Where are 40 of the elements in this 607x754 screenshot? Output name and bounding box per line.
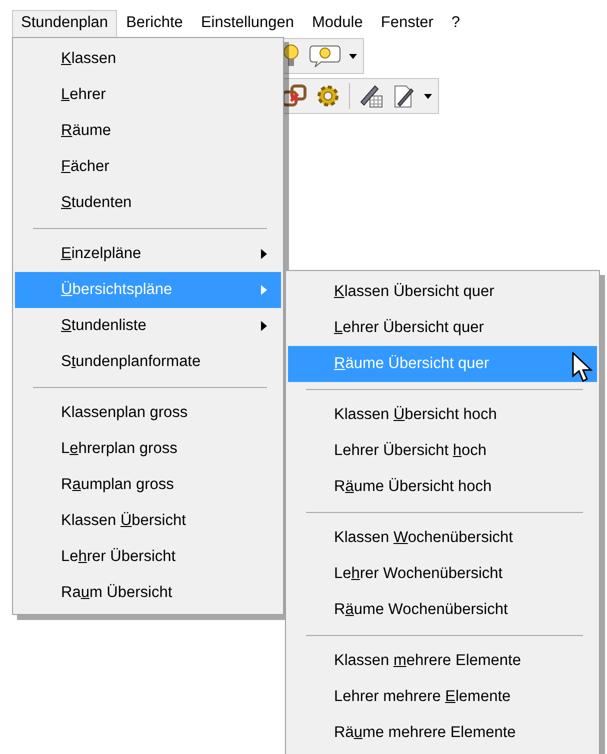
menu-bar-item[interactable]: Stundenplan — [12, 10, 118, 36]
menu-item[interactable]: Lehrer — [15, 77, 281, 113]
menu-item[interactable]: Lehrerplan gross — [15, 431, 281, 467]
menu-item[interactable]: Stundenplanformate — [15, 344, 281, 380]
menu-item[interactable]: Fächer — [15, 149, 281, 185]
menu-bar-item[interactable]: Einstellungen — [192, 10, 304, 36]
menu-item[interactable]: Lehrer Übersicht hoch — [288, 433, 597, 469]
menu-item[interactable]: Raumplan gross — [15, 467, 281, 503]
broken-link-icon[interactable] — [281, 83, 307, 109]
menu-bar-item[interactable]: ? — [442, 10, 470, 36]
menu-item[interactable]: Lehrer Übersicht — [15, 539, 281, 575]
document-pen-icon[interactable] — [392, 83, 416, 109]
menu-item[interactable]: Räume Wochenübersicht — [288, 592, 597, 628]
menu-item[interactable]: Räume — [15, 113, 281, 149]
menu-bar-item[interactable]: Fenster — [372, 10, 442, 36]
menu-item[interactable]: Räume Übersicht hoch — [288, 469, 597, 505]
gear-icon[interactable] — [315, 83, 341, 109]
dropdown-caret-icon[interactable] — [349, 54, 357, 58]
menu-bar-item[interactable]: Module — [303, 10, 372, 36]
menu-item[interactable]: Klassenplan gross — [15, 395, 281, 431]
menu-item[interactable]: Räume mehrere Elemente — [288, 715, 597, 751]
speech-bubble-bulb-icon[interactable] — [309, 43, 341, 69]
pen-calendar-icon[interactable] — [358, 83, 384, 109]
menu-item[interactable]: Klassen Übersicht — [15, 503, 281, 539]
menu-item[interactable]: Klassen Wochenübersicht — [288, 520, 597, 556]
menu-item[interactable]: Klassen Übersicht hoch — [288, 397, 597, 433]
menu-item[interactable]: Lehrer Wochenübersicht — [288, 556, 597, 592]
menu-item[interactable]: Lehrer mehrere Elemente — [288, 679, 597, 715]
menu-item[interactable]: Raum Übersicht — [15, 575, 281, 611]
menu-bar-item[interactable]: Berichte — [117, 10, 192, 36]
menu-item[interactable]: Stundenliste — [15, 308, 281, 344]
menu-item[interactable]: Einzelpläne — [15, 236, 281, 272]
menu-item[interactable]: Klassen — [15, 41, 281, 77]
menu-item[interactable]: Studenten — [15, 185, 281, 221]
menu-item[interactable]: Klassen mehrere Elemente — [288, 643, 597, 679]
light-bulb-icon[interactable] — [281, 43, 301, 69]
mouse-pointer-icon — [572, 352, 594, 384]
menu-item[interactable]: Klassen Übersicht quer — [288, 274, 597, 310]
dropdown-caret-icon[interactable] — [424, 94, 432, 98]
menu-item[interactable]: Lehrer Übersicht quer — [288, 310, 597, 346]
